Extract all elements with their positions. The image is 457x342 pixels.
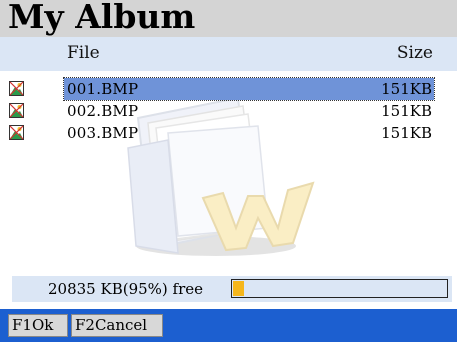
- file-size: 151KB: [381, 80, 432, 98]
- file-name: 001.BMP: [67, 80, 139, 98]
- file-size: 151KB: [381, 124, 432, 142]
- softkey-bar: F1Ok F2Cancel: [0, 309, 457, 342]
- file-row-002[interactable]: 002.BMP 151KB: [0, 100, 457, 122]
- file-name: 002.BMP: [67, 102, 139, 120]
- file-row-001[interactable]: 001.BMP 151KB: [0, 77, 457, 101]
- storage-meter-fill: [233, 281, 244, 296]
- file-name: 003.BMP: [67, 124, 139, 142]
- album-screen: My Album File Size 001.BMP 151KB 002.BMP…: [0, 0, 457, 342]
- free-space-text: 20835 KB(95%) free: [48, 280, 204, 298]
- cancel-button[interactable]: F2Cancel: [71, 314, 163, 337]
- bmp-image-icon: [9, 81, 24, 96]
- column-header: File Size: [0, 37, 457, 71]
- bmp-image-icon: [9, 125, 24, 140]
- file-size: 151KB: [381, 102, 432, 120]
- title-bar: My Album: [0, 0, 457, 37]
- page-title: My Album: [8, 0, 196, 36]
- file-row-003[interactable]: 003.BMP 151KB: [0, 122, 457, 144]
- storage-meter: [231, 279, 448, 298]
- column-header-file: File: [67, 43, 100, 63]
- column-header-size: Size: [396, 43, 433, 63]
- storage-status: 20835 KB(95%) free: [12, 276, 452, 302]
- bmp-image-icon: [9, 103, 24, 118]
- ok-button[interactable]: F1Ok: [8, 314, 68, 337]
